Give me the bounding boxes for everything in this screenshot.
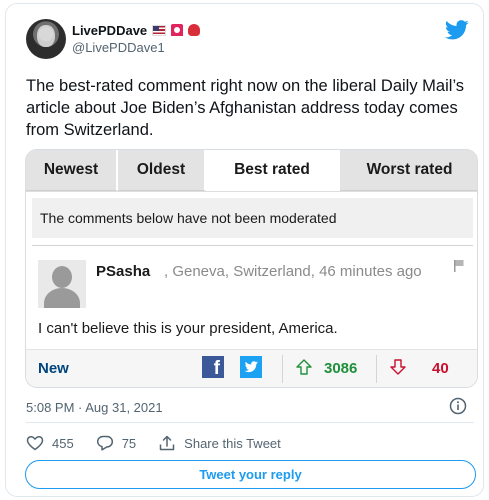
comment-tabs: Newest Oldest Best rated Worst rated <box>26 150 477 192</box>
avatar[interactable] <box>26 19 66 59</box>
report-flag-icon <box>454 260 464 272</box>
moderation-notice: The comments below have not been moderat… <box>32 198 473 238</box>
like-count: 455 <box>52 435 74 451</box>
tweet-timestamp[interactable]: 5:08 PM · Aug 31, 2021 <box>26 400 163 415</box>
comment-author: PSasha <box>96 263 151 280</box>
rotating-light-icon <box>171 24 184 36</box>
embedded-screenshot[interactable]: Newest Oldest Best rated Worst rated The… <box>25 149 478 388</box>
divider <box>376 355 377 383</box>
heart-icon <box>26 435 44 451</box>
boxing-glove-icon <box>188 24 201 36</box>
tweet-card: LivePDDave @LivePDDave1 The best-rated c… <box>5 3 484 497</box>
tab-oldest: Oldest <box>118 150 206 191</box>
comment-new-label: New <box>38 360 69 377</box>
downvote-count: 40 <box>432 360 449 377</box>
comment-body: I can't believe this is your president, … <box>38 320 338 337</box>
reply-action[interactable]: 75 <box>96 434 136 452</box>
comment-meta: , Geneva, Switzerland, 46 minutes ago <box>164 263 422 280</box>
reply-count: 75 <box>121 435 137 451</box>
divider <box>282 355 283 383</box>
info-icon[interactable] <box>449 397 467 415</box>
flag-us-icon <box>152 24 167 36</box>
upvote-arrow-icon <box>296 359 312 375</box>
like-action[interactable]: 455 <box>26 434 74 452</box>
display-name[interactable]: LivePDDave <box>72 23 147 38</box>
twitter-bird-icon[interactable] <box>445 20 469 40</box>
tweet-actions: 455 75 Share this Tweet <box>26 433 303 453</box>
name-row: LivePDDave <box>72 21 201 39</box>
comment-action-bar: New f 3086 40 <box>26 349 477 387</box>
share-label: Share this Tweet <box>184 435 281 451</box>
upvote-count: 3086 <box>324 360 358 377</box>
tab-newest: Newest <box>26 150 118 191</box>
downvote-arrow-icon <box>390 359 406 375</box>
facebook-icon: f <box>202 356 224 378</box>
tab-worst-rated: Worst rated <box>340 150 477 191</box>
divider <box>32 245 473 246</box>
commenter-avatar <box>38 260 86 308</box>
tab-best-rated: Best rated <box>206 150 340 191</box>
share-action[interactable]: Share this Tweet <box>158 434 281 452</box>
user-handle[interactable]: @LivePDDave1 <box>72 40 165 55</box>
tweet-text: The best-rated comment right now on the … <box>26 77 465 139</box>
reply-bubble-icon <box>96 435 113 451</box>
share-icon <box>159 435 175 451</box>
tweet-your-reply-button[interactable]: Tweet your reply <box>25 460 476 489</box>
divider <box>26 422 474 423</box>
twitter-share-icon <box>240 356 262 378</box>
